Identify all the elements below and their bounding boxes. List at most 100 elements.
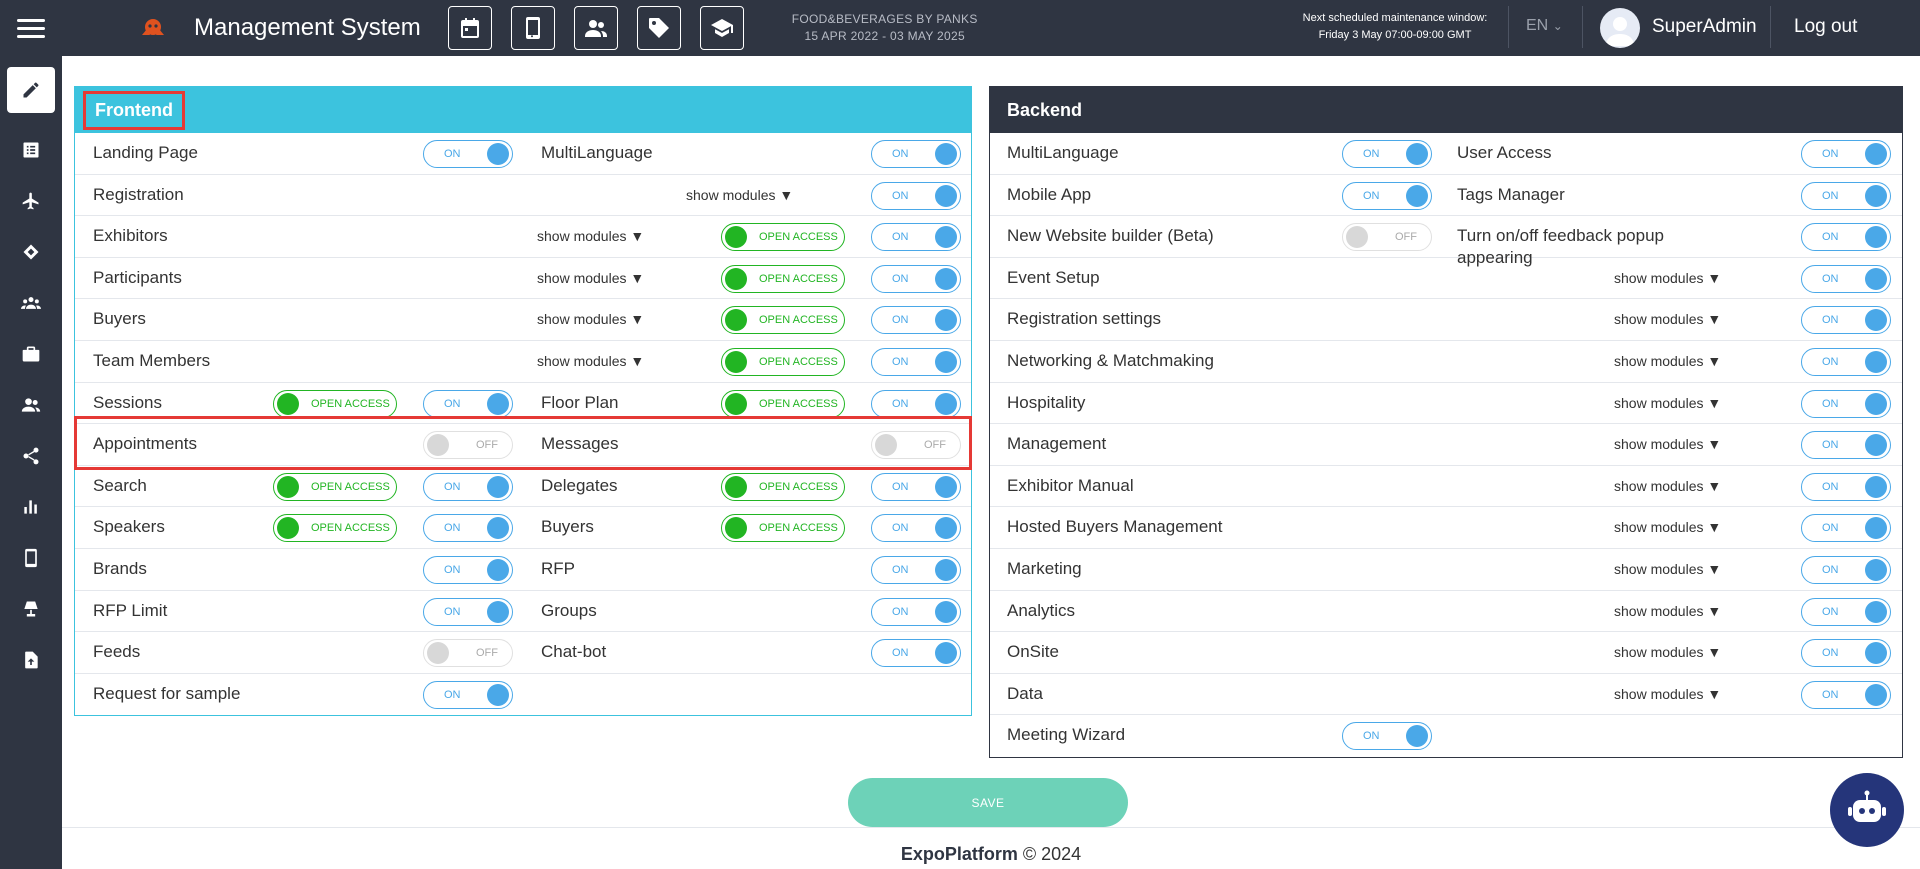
- sidebar-item-analytics[interactable]: [0, 481, 62, 532]
- module-toggle[interactable]: ON: [871, 514, 961, 543]
- module-toggle[interactable]: ON: [1801, 639, 1891, 668]
- module-toggle[interactable]: OFF: [1342, 223, 1432, 252]
- module-toggle[interactable]: ON: [423, 140, 513, 168]
- module-toggle[interactable]: OFF: [871, 431, 961, 460]
- show-modules-dropdown[interactable]: show modules ▼: [686, 187, 793, 203]
- show-modules-dropdown[interactable]: show modules ▼: [1614, 395, 1721, 411]
- module-toggle[interactable]: ON: [423, 680, 513, 709]
- module-toggle[interactable]: ON: [423, 597, 513, 626]
- module-toggle[interactable]: ON: [871, 223, 961, 252]
- toggle-knob: [935, 143, 957, 165]
- toggle-knob: [935, 475, 957, 498]
- mobile-icon[interactable]: [510, 6, 555, 50]
- module-toggle[interactable]: ON: [1801, 431, 1891, 460]
- module-toggle[interactable]: ON: [1801, 306, 1891, 335]
- module-toggle[interactable]: ON: [871, 347, 961, 376]
- show-modules-dropdown[interactable]: show modules ▼: [1614, 311, 1721, 327]
- module-toggle[interactable]: ON: [1342, 722, 1432, 751]
- toggle-knob: [277, 475, 299, 498]
- module-toggle[interactable]: ON: [871, 389, 961, 418]
- avatar[interactable]: [1600, 8, 1640, 48]
- module-toggle[interactable]: ON: [423, 514, 513, 543]
- module-toggle[interactable]: ON: [1801, 555, 1891, 584]
- show-modules-dropdown[interactable]: show modules ▼: [1614, 603, 1721, 619]
- module-toggle[interactable]: ON: [871, 555, 961, 584]
- open-access-toggle[interactable]: OPEN ACCESS: [721, 306, 845, 335]
- open-access-toggle[interactable]: OPEN ACCESS: [273, 514, 397, 543]
- sidebar-item-groups[interactable]: [0, 277, 62, 328]
- module-toggle[interactable]: ON: [871, 597, 961, 626]
- sidebar-item-users[interactable]: [0, 379, 62, 430]
- menu-icon[interactable]: [0, 0, 62, 56]
- module-toggle[interactable]: ON: [1801, 597, 1891, 626]
- show-modules-dropdown[interactable]: show modules ▼: [537, 228, 644, 244]
- module-toggle[interactable]: ON: [1342, 140, 1432, 168]
- module-toggle[interactable]: ON: [1801, 140, 1891, 168]
- toggle-knob: [1865, 350, 1887, 373]
- show-modules-dropdown[interactable]: show modules ▼: [537, 311, 644, 327]
- open-access-toggle[interactable]: OPEN ACCESS: [273, 389, 397, 418]
- open-access-toggle[interactable]: OPEN ACCESS: [721, 223, 845, 252]
- tag-icon[interactable]: [636, 6, 681, 50]
- open-access-toggle[interactable]: OPEN ACCESS: [721, 389, 845, 418]
- show-modules-dropdown[interactable]: show modules ▼: [537, 353, 644, 369]
- sidebar-item-onsite[interactable]: [0, 583, 62, 634]
- module-toggle[interactable]: ON: [423, 472, 513, 501]
- module-toggle[interactable]: ON: [1801, 264, 1891, 293]
- module-toggle[interactable]: ON: [1801, 680, 1891, 709]
- module-toggle[interactable]: ON: [871, 639, 961, 668]
- module-toggle[interactable]: ON: [871, 140, 961, 168]
- sidebar-item-list[interactable]: [0, 124, 62, 175]
- graduation-cap-icon[interactable]: [699, 6, 744, 50]
- module-toggle[interactable]: OFF: [423, 431, 513, 460]
- show-modules-dropdown[interactable]: show modules ▼: [1614, 561, 1721, 577]
- sidebar-item-share[interactable]: [0, 430, 62, 481]
- open-access-toggle[interactable]: OPEN ACCESS: [273, 472, 397, 501]
- show-modules-dropdown[interactable]: show modules ▼: [1614, 270, 1721, 286]
- logout-link[interactable]: Log out: [1794, 16, 1857, 38]
- module-toggle[interactable]: ON: [1801, 389, 1891, 418]
- module-toggle[interactable]: ON: [1801, 514, 1891, 543]
- open-access-toggle[interactable]: OPEN ACCESS: [721, 347, 845, 376]
- module-toggle[interactable]: ON: [1801, 472, 1891, 501]
- module-toggle[interactable]: ON: [1801, 181, 1891, 210]
- module-toggle[interactable]: ON: [423, 555, 513, 584]
- frontend-row: Buyers show modules ▼ OPEN ACCESS ON: [75, 299, 971, 341]
- module-toggle[interactable]: ON: [1801, 223, 1891, 252]
- sidebar-item-import[interactable]: [0, 634, 62, 685]
- module-toggle[interactable]: ON: [871, 181, 961, 210]
- show-modules-dropdown[interactable]: show modules ▼: [1614, 686, 1721, 702]
- save-button[interactable]: SAVE: [848, 778, 1128, 827]
- sidebar-item-travel[interactable]: [0, 175, 62, 226]
- module-toggle[interactable]: ON: [871, 264, 961, 293]
- calendar-icon[interactable]: [447, 6, 492, 50]
- sidebar-item-edit[interactable]: [0, 56, 62, 124]
- show-modules-dropdown[interactable]: show modules ▼: [1614, 478, 1721, 494]
- module-toggle[interactable]: ON: [871, 472, 961, 501]
- toggle-state: ON: [892, 605, 909, 618]
- chatbot-icon[interactable]: [1830, 773, 1904, 847]
- module-toggle[interactable]: ON: [423, 389, 513, 418]
- open-access-label: OPEN ACCESS: [311, 522, 390, 535]
- open-access-toggle[interactable]: OPEN ACCESS: [721, 514, 845, 543]
- toggle-knob: [1865, 143, 1887, 165]
- module-label: MultiLanguage: [541, 143, 653, 162]
- open-access-toggle[interactable]: OPEN ACCESS: [721, 264, 845, 293]
- sidebar-item-mobile[interactable]: [0, 532, 62, 583]
- users-icon[interactable]: [573, 6, 618, 50]
- module-toggle[interactable]: ON: [1801, 347, 1891, 376]
- sidebar-item-partners[interactable]: [0, 226, 62, 277]
- module-toggle[interactable]: ON: [871, 306, 961, 335]
- show-modules-dropdown[interactable]: show modules ▼: [1614, 353, 1721, 369]
- language-select[interactable]: EN ⌄: [1526, 17, 1563, 35]
- module-toggle[interactable]: ON: [1342, 181, 1432, 210]
- username[interactable]: SuperAdmin: [1652, 16, 1757, 38]
- module-label: Hosted Buyers Management: [1007, 517, 1223, 537]
- show-modules-dropdown[interactable]: show modules ▼: [537, 270, 644, 286]
- module-toggle[interactable]: OFF: [423, 639, 513, 668]
- show-modules-dropdown[interactable]: show modules ▼: [1614, 644, 1721, 660]
- show-modules-dropdown[interactable]: show modules ▼: [1614, 436, 1721, 452]
- open-access-toggle[interactable]: OPEN ACCESS: [721, 472, 845, 501]
- show-modules-dropdown[interactable]: show modules ▼: [1614, 519, 1721, 535]
- sidebar-item-exhibitors[interactable]: [0, 328, 62, 379]
